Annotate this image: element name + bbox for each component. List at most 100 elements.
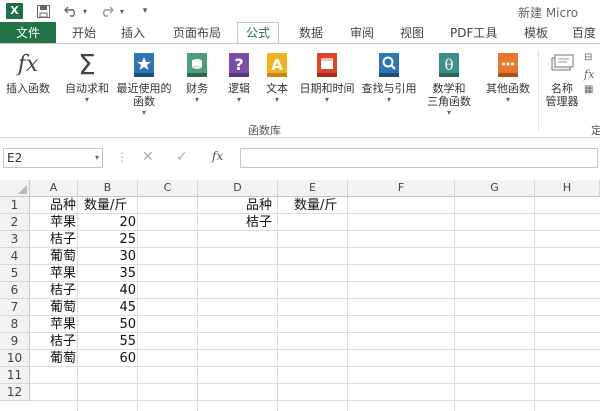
insert-function-button[interactable]: fx 插入函数 — [4, 52, 52, 95]
title-bar: X ▾ ▾ ▾ 新建 Micro — [0, 0, 600, 22]
column-header-a[interactable]: A — [30, 180, 78, 197]
insert-function-fx-icon[interactable]: fx — [212, 149, 223, 163]
gridline — [534, 197, 535, 411]
cell-b8[interactable]: 50 — [78, 316, 138, 333]
column-header-b[interactable]: B — [78, 180, 138, 197]
row-header-8[interactable]: 8 — [0, 316, 30, 333]
select-all-corner[interactable] — [0, 180, 30, 197]
cell-a5[interactable]: 苹果 — [50, 265, 76, 282]
row-header-6[interactable]: 6 — [0, 282, 30, 299]
chevron-down-icon: ▾ — [274, 95, 279, 104]
row-header-9[interactable]: 9 — [0, 333, 30, 350]
column-header-h[interactable]: H — [535, 180, 600, 197]
lookup-reference-button[interactable]: 查找与引用 ▾ — [360, 52, 418, 105]
column-header-c[interactable]: C — [138, 180, 198, 197]
define-name-icons[interactable]: ⊟ fx ▦ — [584, 52, 600, 100]
column-header-d[interactable]: D — [198, 180, 278, 197]
undo-dropdown-icon[interactable]: ▾ — [80, 3, 90, 19]
cell-b7[interactable]: 45 — [78, 299, 138, 316]
svg-text:?: ? — [234, 55, 243, 74]
more-functions-button[interactable]: 其他函数 ▾ — [482, 52, 534, 105]
cell-a3[interactable]: 桔子 — [50, 231, 76, 248]
chevron-down-icon[interactable]: ▾ — [95, 149, 99, 167]
cell-b2[interactable]: 20 — [78, 214, 138, 231]
chevron-down-icon: ▾ — [386, 95, 391, 104]
tab-baidu[interactable]: 百度 — [572, 22, 596, 44]
cell-b9[interactable]: 55 — [78, 333, 138, 350]
math-trig-button[interactable]: θ 数学和 三角函数 ▾ — [424, 52, 474, 118]
recently-used-button[interactable]: 最近使用的 函数 ▾ — [115, 52, 173, 118]
cell-b5[interactable]: 35 — [78, 265, 138, 282]
save-icon[interactable] — [34, 3, 52, 19]
formula-input[interactable] — [240, 148, 598, 168]
cell-e1[interactable]: 数量/斤 — [294, 197, 337, 214]
name-manager-icon — [550, 52, 574, 78]
cell-a2[interactable]: 苹果 — [50, 214, 76, 231]
redo-icon[interactable] — [98, 3, 116, 19]
cell-a1[interactable]: 品种 — [50, 197, 76, 214]
tab-insert[interactable]: 插入 — [121, 22, 145, 44]
gridline — [454, 197, 455, 411]
row-header-1[interactable]: 1 — [0, 197, 30, 214]
tab-home[interactable]: 开始 — [72, 22, 96, 44]
cell-a9[interactable]: 桔子 — [50, 333, 76, 350]
cell-b1[interactable]: 数量/斤 — [84, 197, 127, 214]
group-label-defined-names: 定 — [591, 124, 600, 137]
column-header-g[interactable]: G — [455, 180, 535, 197]
cell-a6[interactable]: 桔子 — [50, 282, 76, 299]
lookup-book-icon — [377, 52, 401, 78]
cell-b4[interactable]: 30 — [78, 248, 138, 265]
tab-templates[interactable]: 模板 — [524, 22, 548, 44]
tab-review[interactable]: 审阅 — [350, 22, 374, 44]
cell-a8[interactable]: 苹果 — [50, 316, 76, 333]
row-header-7[interactable]: 7 — [0, 299, 30, 316]
cell-d2[interactable]: 桔子 — [246, 214, 272, 231]
row-header-12[interactable]: 12 — [0, 384, 30, 401]
row-header-11[interactable]: 11 — [0, 367, 30, 384]
tab-formulas[interactable]: 公式 — [237, 22, 280, 44]
cell-b6[interactable]: 40 — [78, 282, 138, 299]
cell-a4[interactable]: 葡萄 — [50, 248, 76, 265]
ribbon-divider — [538, 50, 539, 130]
customize-toolbar-icon[interactable]: ▾ — [138, 3, 152, 19]
financial-button[interactable]: 财务 ▾ — [182, 52, 212, 105]
row-header-4[interactable]: 4 — [0, 248, 30, 265]
row-header-10[interactable]: 10 — [0, 350, 30, 367]
name-manager-button[interactable]: 名称 管理器 — [542, 52, 582, 108]
tab-page-layout[interactable]: 页面布局 — [173, 22, 221, 44]
gridline — [347, 197, 348, 411]
undo-icon[interactable] — [62, 3, 80, 19]
text-book-icon: A — [265, 52, 289, 78]
cancel-icon[interactable]: ✕ — [142, 149, 154, 165]
more-book-icon — [496, 52, 520, 78]
chevron-down-icon: ▾ — [505, 95, 510, 104]
cell-a7[interactable]: 葡萄 — [50, 299, 76, 316]
logical-button[interactable]: ? 逻辑 ▾ — [224, 52, 254, 105]
text-button[interactable]: A 文本 ▾ — [262, 52, 292, 105]
column-header-e[interactable]: E — [278, 180, 348, 197]
cell-b10[interactable]: 60 — [78, 350, 138, 367]
svg-text:A: A — [271, 56, 283, 74]
redo-dropdown-icon[interactable]: ▾ — [117, 3, 127, 19]
date-time-button[interactable]: 日期和时间 ▾ — [298, 52, 356, 105]
autosum-button[interactable]: Σ 自动求和 ▾ — [62, 48, 112, 105]
ribbon-tabs: 文件 开始 插入 页面布局 公式 数据 审阅 视图 PDF工具 模板 百度 — [0, 22, 600, 44]
cell-d1[interactable]: 品种 — [246, 197, 272, 214]
cell-b3[interactable]: 25 — [78, 231, 138, 248]
gridline — [30, 383, 600, 384]
enter-check-icon[interactable]: ✓ — [176, 149, 188, 165]
row-header-2[interactable]: 2 — [0, 214, 30, 231]
tab-pdf-tools[interactable]: PDF工具 — [450, 22, 497, 44]
sigma-icon: Σ — [78, 48, 96, 81]
chevron-down-icon: ▾ — [446, 108, 451, 117]
tab-view[interactable]: 视图 — [400, 22, 424, 44]
column-header-f[interactable]: F — [348, 180, 455, 197]
create-from-selection-icon: ▦ — [584, 84, 594, 95]
chevron-down-icon: ▾ — [141, 108, 146, 117]
tab-data[interactable]: 数据 — [299, 22, 323, 44]
tab-file[interactable]: 文件 — [0, 22, 56, 44]
name-box[interactable]: E2 ▾ — [3, 148, 103, 168]
cell-a10[interactable]: 葡萄 — [50, 350, 76, 367]
row-header-5[interactable]: 5 — [0, 265, 30, 282]
row-header-3[interactable]: 3 — [0, 231, 30, 248]
